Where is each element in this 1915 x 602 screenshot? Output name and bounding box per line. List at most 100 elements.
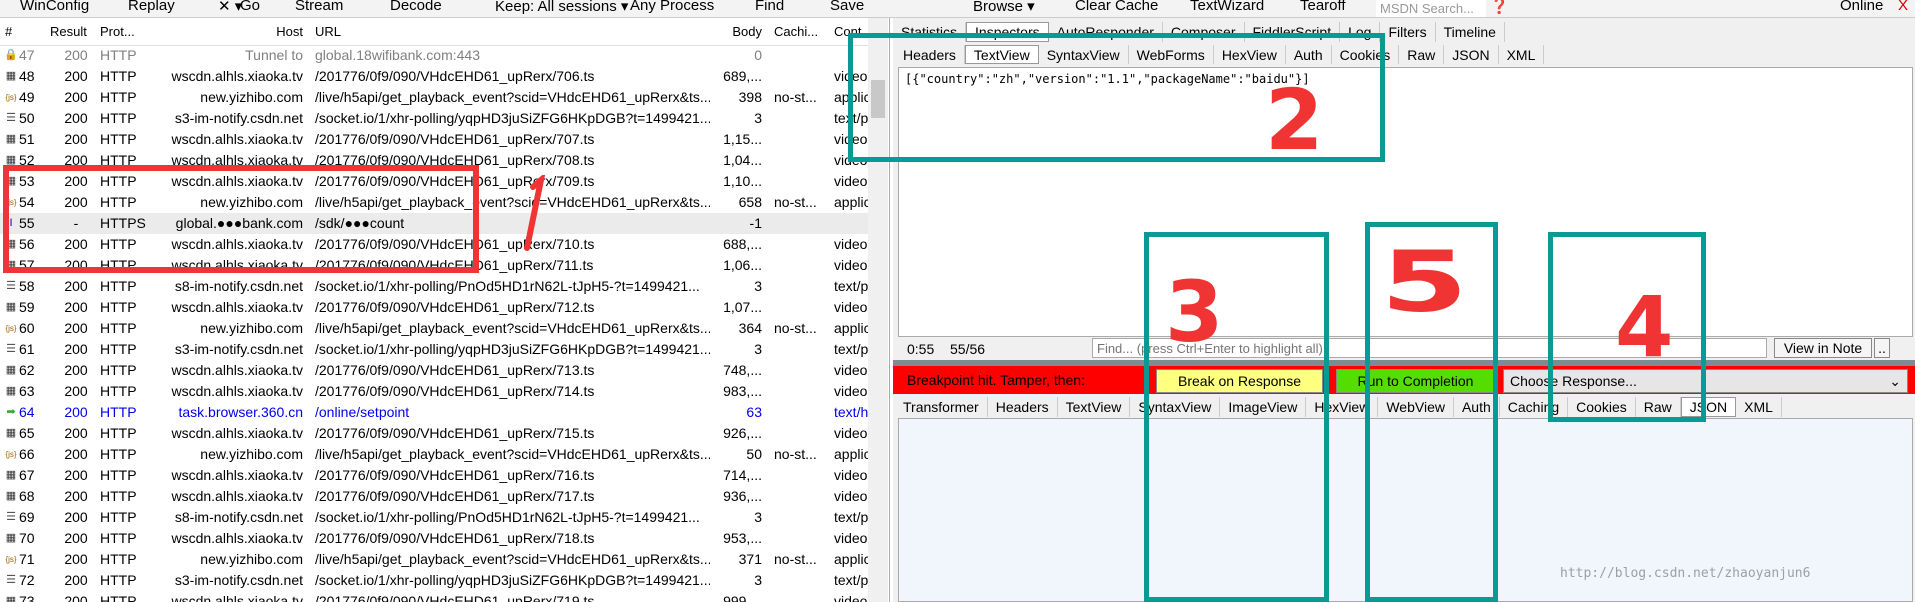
session-row[interactable]: ▦ 48 200 HTTP wscdn.alhls.xiaoka.tv/201776/0…	[0, 66, 868, 87]
session-row[interactable]: ➡ 64 200 HTTP task.browser.360.cn/online/set…	[0, 402, 868, 423]
session-row[interactable]: ▦ 59 200 HTTP wscdn.alhls.xiaoka.tv/201776/0…	[0, 297, 868, 318]
text-icon: ☰	[6, 112, 16, 124]
session-url: /201776/0f9/090/VHdcEHD61_upRerx/719.ts	[315, 593, 595, 602]
session-row[interactable]: ▦ 67 200 HTTP wscdn.alhls.xiaoka.tv/201776/0…	[0, 465, 868, 486]
toolbar-savebutton[interactable]: Save	[830, 0, 864, 14]
session-content-type: applic	[834, 320, 868, 336]
session-number: 47	[19, 47, 35, 63]
col-caching[interactable]: Cachi...	[774, 24, 818, 39]
session-content-type: text/p	[834, 278, 868, 294]
session-number: 58	[19, 278, 35, 294]
request-tab-xml[interactable]: XML	[1499, 45, 1545, 64]
session-row[interactable]: {js} 49 200 HTTP new.yizhibo.com/live/h5api/…	[0, 87, 868, 108]
session-result: 200	[64, 89, 88, 105]
tab-filters[interactable]: Filters	[1380, 22, 1436, 42]
session-body-size: 936,...	[723, 488, 762, 504]
session-result: 200	[64, 572, 88, 588]
response-tab-headers[interactable]: Headers	[988, 397, 1058, 417]
session-body-size: 1,06...	[723, 257, 762, 273]
session-url: /201776/0f9/090/VHdcEHD61_upRerx/713.ts	[315, 362, 595, 378]
session-row[interactable]: 🔒 47 200 HTTP Tunnel to global.18wifibank.com…	[0, 45, 868, 66]
session-body-size: 50	[746, 446, 762, 462]
col-host[interactable]: Host	[150, 24, 303, 39]
session-list[interactable]: # Result Prot... Host URL Body Cachi... …	[0, 18, 890, 602]
response-tab-textview[interactable]: TextView	[1058, 397, 1131, 417]
toolbar-findbutton[interactable]: Find	[755, 0, 784, 14]
annotation-digit-2: 2	[1265, 71, 1324, 169]
session-row[interactable]: ☰ 61 200 HTTP s3-im-notify.csdn.net/socket.i…	[0, 339, 868, 360]
request-tab-json[interactable]: JSON	[1444, 45, 1499, 64]
match-count: 55/56	[950, 341, 986, 357]
toolbar-gobutton[interactable]: Go	[240, 0, 260, 14]
session-url: /live/h5api/get_playback_event?scid=VHdc…	[315, 89, 710, 105]
toolbar-streambutton[interactable]: Stream	[295, 0, 343, 14]
video-icon: ▦	[5, 70, 17, 82]
session-row[interactable]: ▦ 62 200 HTTP wscdn.alhls.xiaoka.tv/201776/0…	[0, 360, 868, 381]
toolbar-tearoffbutton[interactable]: Tearoff	[1300, 0, 1346, 14]
session-result: 200	[64, 467, 88, 483]
session-host: Tunnel to	[245, 47, 303, 63]
session-row[interactable]: ▦ 63 200 HTTP wscdn.alhls.xiaoka.tv/201776/0…	[0, 381, 868, 402]
toolbar-textwizardbutton[interactable]: TextWizard	[1190, 0, 1264, 14]
session-host: wscdn.alhls.xiaoka.tv	[171, 488, 303, 504]
toolbar-browse-button[interactable]: Browse ▾	[973, 0, 1035, 15]
toolbar-replaybutton[interactable]: Replay	[128, 0, 175, 14]
session-body-size: 1,04...	[723, 152, 762, 168]
session-row[interactable]: {js} 71 200 HTTP new.yizhibo.com/live/h5api/…	[0, 549, 868, 570]
toolbar--button[interactable]: ✕ ▾	[218, 0, 242, 15]
session-body-size: 398	[738, 89, 762, 105]
chevron-down-icon: ⌄	[1889, 372, 1901, 389]
session-body-size: 688,...	[723, 236, 762, 252]
session-url: /socket.io/1/xhr-polling/yqpHD3juSiZFG6H…	[315, 572, 710, 588]
session-row[interactable]: ☰ 50 200 HTTP s3-im-notify.csdn.net/socket.i…	[0, 108, 868, 129]
col-body[interactable]: Body	[715, 24, 762, 39]
more-button[interactable]: ..	[1874, 338, 1890, 358]
col-result[interactable]: Result	[50, 24, 87, 39]
tab-timeline[interactable]: Timeline	[1436, 22, 1505, 42]
session-row[interactable]: {js} 66 200 HTTP new.yizhibo.com/live/h5api/…	[0, 444, 868, 465]
json-icon: {js}	[5, 324, 17, 333]
session-row[interactable]: ☰ 69 200 HTTP s8-im-notify.csdn.net/socket.i…	[0, 507, 868, 528]
session-row[interactable]: ▦ 70 200 HTTP wscdn.alhls.xiaoka.tv/201776/0…	[0, 528, 868, 549]
session-url: /201776/0f9/090/VHdcEHD61_upRerx/707.ts	[315, 131, 595, 147]
col-protocol[interactable]: Prot...	[100, 24, 135, 39]
session-result: 200	[64, 404, 88, 420]
session-row[interactable]: {js} 60 200 HTTP new.yizhibo.com/live/h5api/…	[0, 318, 868, 339]
session-url: /201776/0f9/090/VHdcEHD61_upRerx/712.ts	[315, 299, 595, 315]
session-number: 66	[19, 446, 35, 462]
session-host: task.browser.360.cn	[178, 404, 303, 420]
toolbar-any-processbutton[interactable]: Any Process	[630, 0, 714, 14]
session-row[interactable]: ▦ 65 200 HTTP wscdn.alhls.xiaoka.tv/201776/0…	[0, 423, 868, 444]
session-row[interactable]: ▦ 68 200 HTTP wscdn.alhls.xiaoka.tv/201776/0…	[0, 486, 868, 507]
session-row[interactable]: ☰ 58 200 HTTP s8-im-notify.csdn.net/socket.i…	[0, 276, 868, 297]
toolbar-keep-all-sessions-button[interactable]: Keep: All sessions ▾	[495, 0, 628, 15]
toolbar-decodebutton[interactable]: Decode	[390, 0, 442, 14]
session-result: 200	[64, 551, 88, 567]
annotation-digit-5: 5	[1380, 233, 1469, 331]
col-num[interactable]: #	[5, 24, 12, 39]
session-url: /live/h5api/get_playback_event?scid=VHdc…	[315, 446, 710, 462]
msdn-search-input[interactable]: MSDN Search...	[1376, 0, 1486, 17]
view-in-notepad-button[interactable]: View in Note	[1774, 338, 1872, 358]
response-tab-transformer[interactable]: Transformer	[895, 397, 988, 417]
toolbar: MSDN Search... WinConfig Replay ✕ ▾ Go Strea…	[0, 0, 1915, 18]
session-row[interactable]: ☰ 72 200 HTTP s3-im-notify.csdn.net/socket.i…	[0, 570, 868, 591]
toolbar-winconfigbutton[interactable]: WinConfig	[20, 0, 89, 14]
session-url: /201776/0f9/090/VHdcEHD61_upRerx/714.ts	[315, 383, 595, 399]
session-url: /201776/0f9/090/VHdcEHD61_upRerx/706.ts	[315, 68, 595, 84]
session-row[interactable]: ▦ 73 200 HTTP wscdn.alhls.xiaoka.tv/201776/0…	[0, 591, 868, 602]
session-number: 59	[19, 299, 35, 315]
request-tab-raw[interactable]: Raw	[1399, 45, 1445, 64]
session-body-size: 3	[754, 278, 762, 294]
toolbar-clear-cachebutton[interactable]: Clear Cache	[1075, 0, 1158, 14]
session-content-type: text/p	[834, 341, 868, 357]
session-host: wscdn.alhls.xiaoka.tv	[171, 362, 303, 378]
response-tab-xml[interactable]: XML	[1736, 397, 1782, 417]
col-url[interactable]: URL	[315, 24, 341, 39]
session-content-type: video	[834, 383, 868, 399]
session-row[interactable]: ▦ 51 200 HTTP wscdn.alhls.xiaoka.tv/201776/0…	[0, 129, 868, 150]
session-body-size: 364	[738, 320, 762, 336]
session-caching: no-st...	[774, 551, 817, 567]
close-button[interactable]: X	[1898, 0, 1908, 14]
session-result: 200	[64, 110, 88, 126]
